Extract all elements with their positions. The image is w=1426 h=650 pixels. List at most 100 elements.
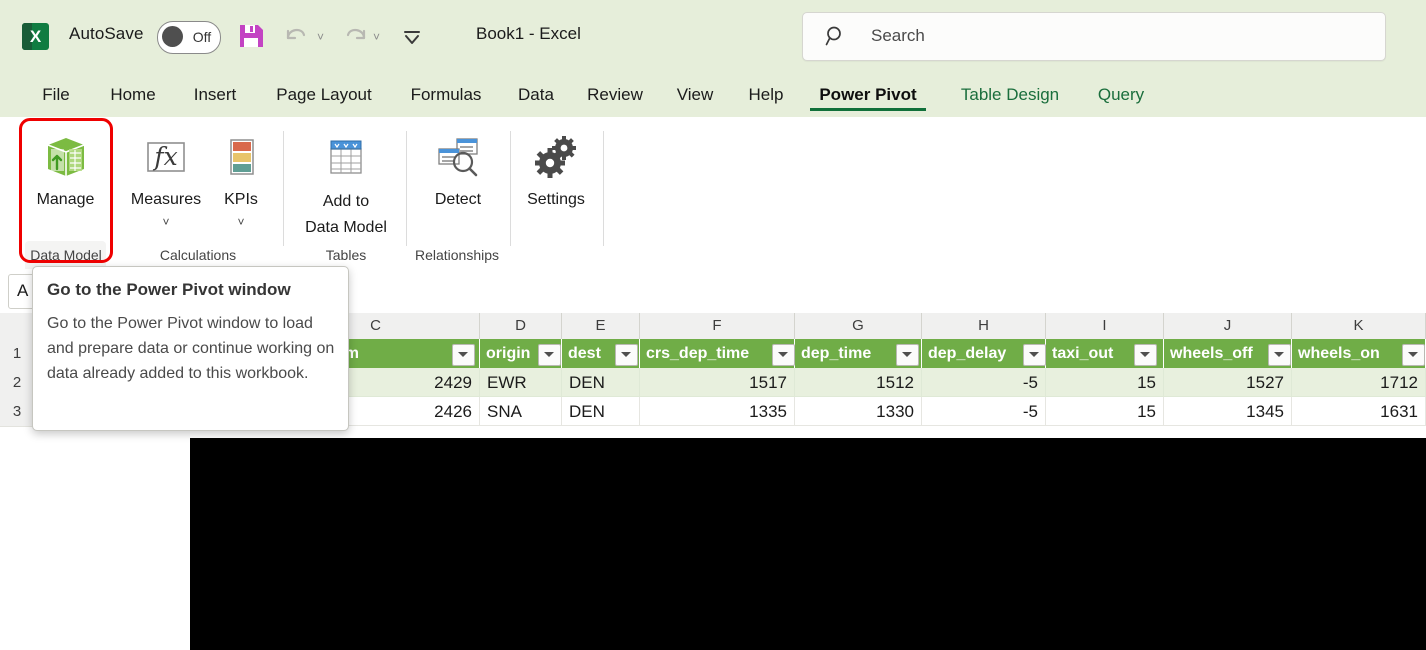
- save-icon[interactable]: [238, 22, 265, 50]
- undo-icon[interactable]: [283, 22, 313, 50]
- table-header-dest-label: dest: [568, 345, 601, 362]
- filter-dropdown-dest[interactable]: [615, 344, 638, 366]
- filter-dropdown-taxi-out[interactable]: [1134, 344, 1157, 366]
- column-header-H[interactable]: H: [922, 313, 1046, 339]
- table-row[interactable]: 1631: [1292, 397, 1426, 426]
- filter-dropdown-crs-dep-time[interactable]: [772, 344, 795, 366]
- column-header-K[interactable]: K: [1292, 313, 1426, 339]
- table-row[interactable]: 1527: [1164, 368, 1292, 397]
- tab-table-design[interactable]: Table Design: [944, 72, 1076, 117]
- column-header-D[interactable]: D: [480, 313, 562, 339]
- table-row[interactable]: SNA: [480, 397, 562, 426]
- autosave-toggle[interactable]: Off: [157, 21, 221, 54]
- active-tab-underline: [810, 108, 926, 111]
- cell-value: 15: [1137, 402, 1156, 421]
- filter-dropdown-origin[interactable]: [538, 344, 561, 366]
- filter-dropdown-carrier-fl-num[interactable]: [452, 344, 475, 366]
- manage-button[interactable]: Manage: [25, 127, 106, 240]
- cell-value: SNA: [487, 402, 522, 421]
- filter-dropdown-wheels-on[interactable]: [1402, 344, 1425, 366]
- filter-dropdown-dep-delay[interactable]: [1023, 344, 1046, 366]
- tab-review[interactable]: Review: [578, 72, 652, 117]
- cell-value: 2429: [434, 373, 472, 392]
- cell-value: 1631: [1380, 402, 1418, 421]
- autosave-toggle-knob: [162, 26, 183, 47]
- excel-logo-letter: X: [29, 27, 42, 46]
- table-row[interactable]: 15: [1046, 397, 1164, 426]
- table-header-origin-label: origin: [486, 345, 531, 362]
- table-header-taxi-out-label: taxi_out: [1052, 345, 1114, 362]
- chevron-down-icon: [1408, 352, 1418, 357]
- tab-review-label: Review: [587, 85, 643, 104]
- chevron-down-icon: [902, 352, 912, 357]
- table-row[interactable]: DEN: [562, 368, 640, 397]
- table-row[interactable]: DEN: [562, 397, 640, 426]
- add-to-data-model-button[interactable]: Add to Data Model: [292, 127, 400, 240]
- filter-dropdown-dep-time[interactable]: [896, 344, 919, 366]
- column-header-F[interactable]: F: [640, 313, 795, 339]
- tab-page-layout-label: Page Layout: [276, 85, 372, 104]
- group-label-tables: Tables: [325, 247, 367, 263]
- table-row[interactable]: 15: [1046, 368, 1164, 397]
- table-row[interactable]: 1512: [795, 368, 922, 397]
- filter-dropdown-wheels-off[interactable]: [1268, 344, 1291, 366]
- chevron-down-icon: [458, 352, 468, 357]
- column-header-E[interactable]: E: [562, 313, 640, 339]
- search-box[interactable]: Search: [802, 12, 1386, 61]
- column-header-G[interactable]: G: [795, 313, 922, 339]
- column-header-J[interactable]: J: [1164, 313, 1292, 339]
- undo-dropdown-chevron-icon[interactable]: ˅: [317, 30, 324, 44]
- table-row[interactable]: 1335: [640, 397, 795, 426]
- excel-window: X AutoSave Off ˅ ˅ Book1 - Excel Search …: [0, 0, 1426, 650]
- add-to-data-model-button-label: Add to Data Model: [292, 189, 400, 241]
- chevron-down-icon: [1140, 352, 1150, 357]
- table-row[interactable]: EWR: [480, 368, 562, 397]
- cell-value: 1712: [1380, 373, 1418, 392]
- column-header-I[interactable]: I: [1046, 313, 1164, 339]
- tab-insert[interactable]: Insert: [182, 72, 248, 117]
- table-row[interactable]: 1345: [1164, 397, 1292, 426]
- tab-file[interactable]: File: [28, 72, 84, 117]
- kpis-button[interactable]: KPIs ˅: [213, 127, 269, 240]
- detect-button[interactable]: Detect: [414, 127, 502, 240]
- redo-icon[interactable]: [339, 22, 369, 50]
- settings-button[interactable]: Settings: [513, 127, 599, 240]
- customize-quick-access-toolbar-icon[interactable]: [400, 22, 424, 50]
- svg-text:fx: fx: [152, 142, 177, 171]
- kpis-button-label: KPIs: [224, 191, 258, 208]
- table-header-wheels-off-label: wheels_off: [1170, 345, 1253, 362]
- table-row[interactable]: -5: [922, 368, 1046, 397]
- ribbon: Manage fx Measures ˅ KPIs ˅ Add to Data …: [0, 117, 1426, 354]
- measures-dropdown-chevron-icon[interactable]: ˅: [121, 215, 211, 229]
- kpis-dropdown-chevron-icon[interactable]: ˅: [213, 215, 269, 229]
- row-header-2[interactable]: 2: [0, 368, 35, 398]
- column-header-D-label: D: [515, 317, 526, 334]
- add-to-data-model-icon: [322, 133, 370, 186]
- cell-value: 1330: [876, 402, 914, 421]
- tab-formulas[interactable]: Formulas: [398, 72, 494, 117]
- table-row[interactable]: 1517: [640, 368, 795, 397]
- tab-data[interactable]: Data: [508, 72, 564, 117]
- chevron-down-icon: [1274, 352, 1284, 357]
- tab-file-label: File: [42, 85, 70, 104]
- tab-help[interactable]: Help: [738, 72, 794, 117]
- table-row[interactable]: 1330: [795, 397, 922, 426]
- cell-value: 1345: [1246, 402, 1284, 421]
- title-bar: X AutoSave Off ˅ ˅ Book1 - Excel Search: [0, 0, 1426, 72]
- tab-page-layout[interactable]: Page Layout: [262, 72, 386, 117]
- redo-dropdown-chevron-icon[interactable]: ˅: [373, 30, 380, 44]
- fx-formula-icon: fx: [142, 133, 190, 186]
- measures-button[interactable]: fx Measures ˅: [121, 127, 211, 240]
- table-row[interactable]: 1712: [1292, 368, 1426, 397]
- tab-data-label: Data: [518, 85, 554, 104]
- tab-insert-label: Insert: [193, 85, 237, 104]
- table-row[interactable]: -5: [922, 397, 1046, 426]
- tab-power-pivot[interactable]: Power Pivot: [808, 72, 928, 117]
- tab-query[interactable]: Query: [1088, 72, 1154, 117]
- row-header-3[interactable]: 3: [0, 397, 35, 427]
- table-header-wheels-on-label: wheels_on: [1298, 345, 1380, 362]
- tab-view[interactable]: View: [666, 72, 724, 117]
- tab-home[interactable]: Home: [98, 72, 168, 117]
- row-header-1[interactable]: 1: [0, 339, 35, 369]
- name-box-value: A: [17, 281, 29, 300]
